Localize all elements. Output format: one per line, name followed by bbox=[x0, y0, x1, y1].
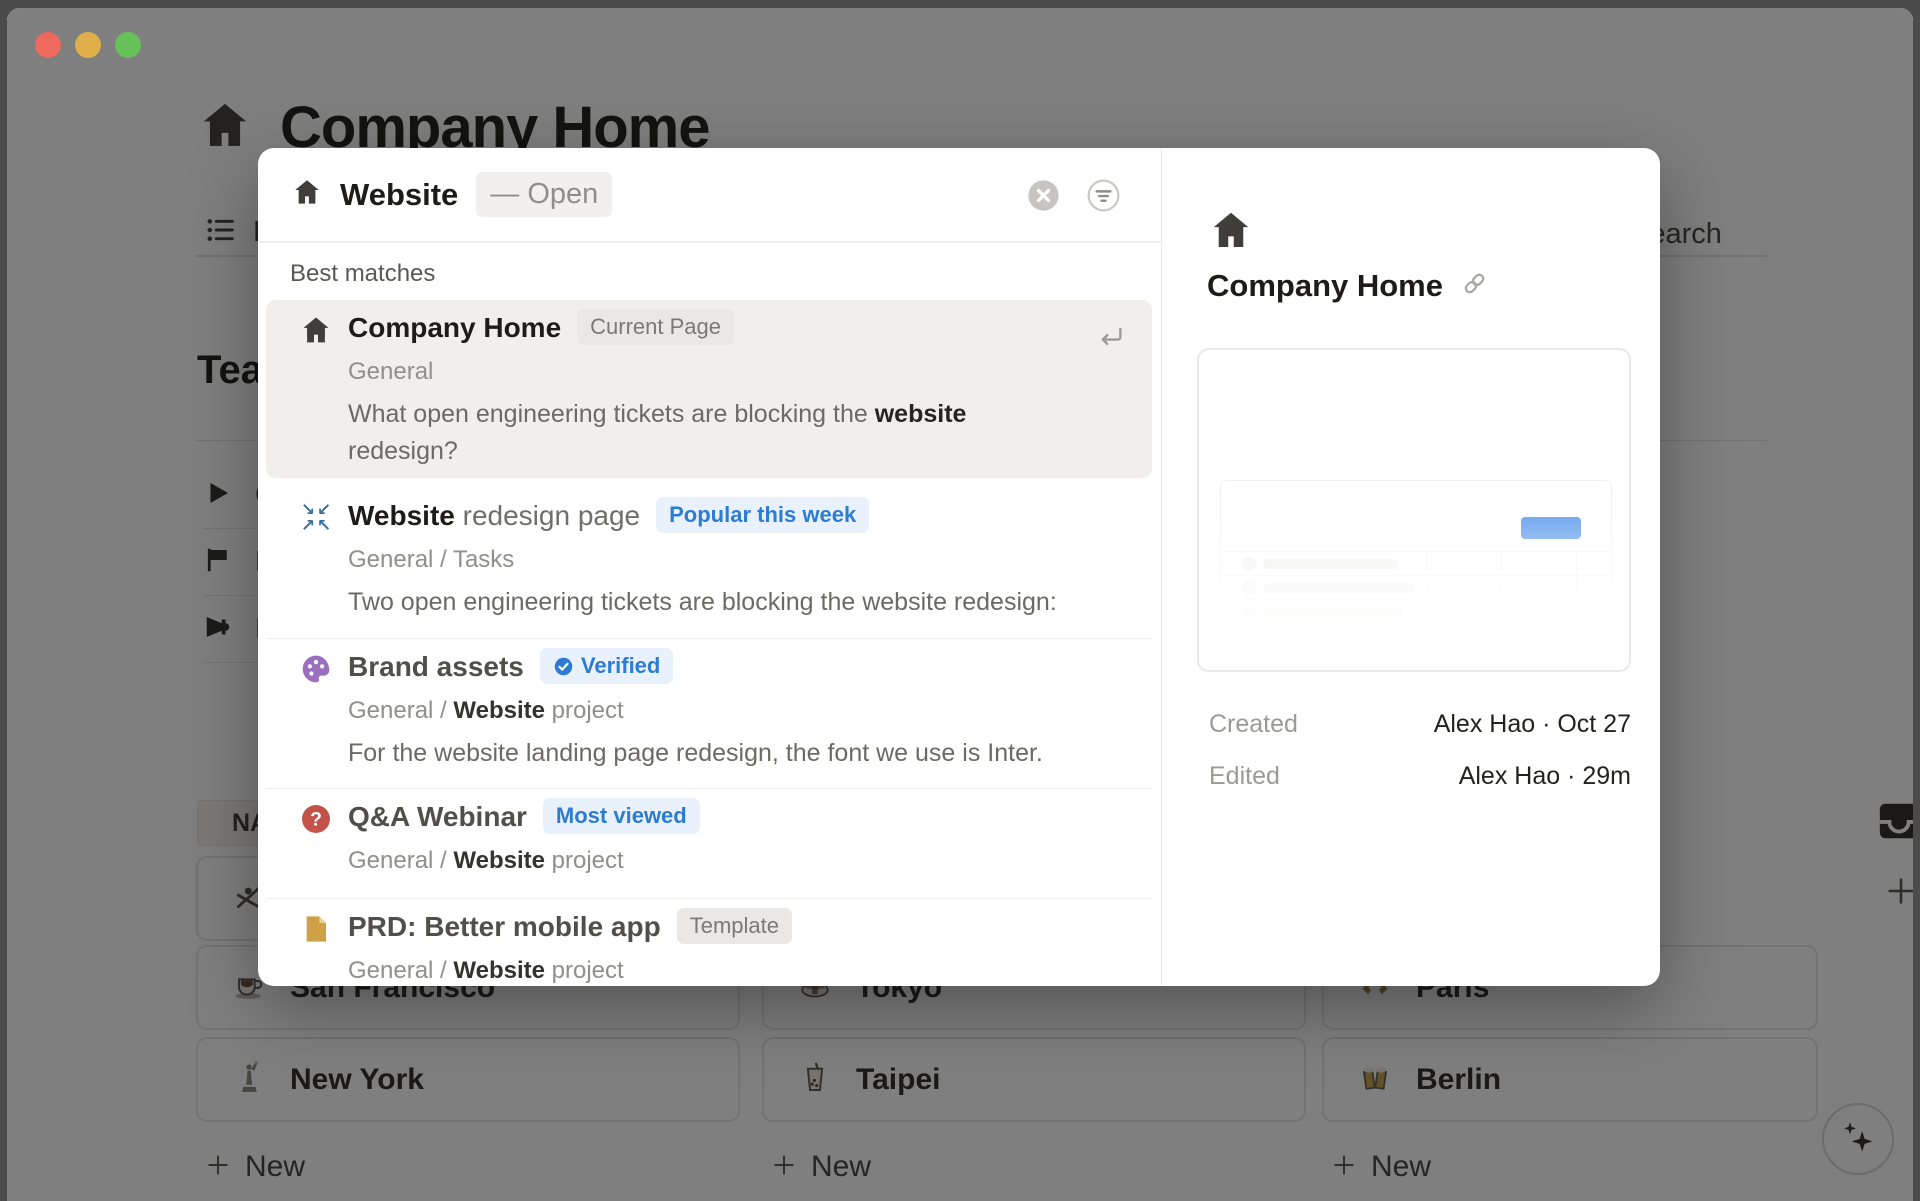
preview-mock-panel bbox=[1220, 480, 1613, 670]
page-preview-thumbnail bbox=[1197, 348, 1631, 672]
text-segment: project bbox=[544, 847, 624, 874]
text-segment: project bbox=[544, 957, 624, 984]
result-badge: Template bbox=[676, 908, 792, 944]
search-bar[interactable]: Website — Open bbox=[258, 148, 1161, 243]
search-result-row[interactable]: ? Q&A Webinar Most viewed General / Website… bbox=[266, 788, 1152, 898]
text-segment: redesign page bbox=[454, 500, 641, 531]
verified-icon bbox=[553, 656, 574, 677]
app-window: Company Home Home Search Teamspaces CMP … bbox=[7, 8, 1913, 1201]
question-circle-icon: ? bbox=[300, 803, 332, 840]
text-segment: redesign? bbox=[348, 437, 458, 465]
result-title: Company Home Current Page bbox=[348, 309, 735, 346]
result-badge-label: Template bbox=[689, 913, 779, 938]
traffic-lights bbox=[35, 32, 141, 58]
palette-icon bbox=[300, 653, 332, 690]
result-snippet: What open engineering tickets are blocki… bbox=[348, 396, 1048, 470]
text-segment: Q&A Webinar bbox=[348, 801, 527, 832]
result-badge: Popular this week bbox=[656, 497, 870, 533]
meta-row: Created Alex Hao · Oct 27 bbox=[1209, 710, 1631, 739]
result-badge-label: Popular this week bbox=[669, 502, 857, 527]
preview-pane: Company Home Created Alex Hao · Oct 27 Edi… bbox=[1161, 148, 1660, 986]
minimize-window-button[interactable] bbox=[75, 32, 101, 58]
text-segment: website bbox=[874, 400, 967, 428]
meta-label: Edited bbox=[1209, 762, 1280, 790]
text-segment: General / Tasks bbox=[348, 546, 515, 573]
text-segment: PRD: Better mobile app bbox=[348, 911, 661, 942]
meta-row: Edited Alex Hao · 29m bbox=[1209, 762, 1631, 791]
result-badge-label: Current Page bbox=[590, 314, 722, 339]
text-segment: Company Home bbox=[348, 312, 562, 343]
text-segment: What open engineering tickets are blocki… bbox=[348, 400, 875, 428]
text-segment: General / bbox=[348, 957, 454, 984]
search-result-row[interactable]: Company Home Current Page General What open… bbox=[266, 300, 1152, 478]
text-segment: Brand assets bbox=[348, 651, 524, 682]
result-badge: Verified bbox=[539, 648, 674, 684]
document-icon bbox=[300, 913, 332, 950]
link-icon[interactable] bbox=[1461, 270, 1488, 302]
text-segment: project bbox=[544, 697, 624, 724]
preview-title: Company Home bbox=[1207, 268, 1443, 303]
search-result-row[interactable]: Brand assets Verified General / Website pr… bbox=[266, 638, 1152, 788]
text-segment: Website bbox=[453, 957, 545, 984]
meta-value: Alex Hao · Oct 27 bbox=[1433, 710, 1631, 738]
return-icon bbox=[1096, 322, 1126, 357]
meta-label: Created bbox=[1209, 710, 1298, 738]
search-hint-pill: — Open bbox=[476, 172, 613, 217]
search-modal: Website — Open Best matches Company Home… bbox=[258, 148, 1660, 986]
house-icon bbox=[300, 314, 332, 351]
text-segment: General / bbox=[348, 847, 454, 874]
house-icon bbox=[1209, 208, 1253, 257]
result-badge-label: Verified bbox=[580, 653, 661, 678]
section-label: Best matches bbox=[290, 260, 436, 287]
clear-search-button[interactable] bbox=[1027, 179, 1060, 212]
result-title: Website redesign page Popular this week bbox=[348, 497, 870, 534]
close-window-button[interactable] bbox=[35, 32, 61, 58]
search-input[interactable]: Website bbox=[340, 177, 458, 213]
text-segment: General / bbox=[348, 697, 454, 724]
search-result-row[interactable]: PRD: Better mobile app Template General / … bbox=[266, 898, 1152, 986]
collapse-arrows-icon: ↘ ↙ ↗ ↖ bbox=[300, 500, 332, 535]
text-segment: Website bbox=[453, 847, 545, 874]
result-breadcrumb: General / Tasks bbox=[348, 546, 514, 574]
svg-text:?: ? bbox=[310, 810, 322, 831]
text-segment: Two open engineering tickets are blockin… bbox=[348, 588, 1057, 616]
preview-mock-button bbox=[1521, 517, 1581, 539]
result-breadcrumb: General / Website project bbox=[348, 847, 624, 875]
zoom-window-button[interactable] bbox=[115, 32, 141, 58]
result-breadcrumb: General / Website project bbox=[348, 697, 624, 725]
result-title: Q&A Webinar Most viewed bbox=[348, 798, 700, 835]
result-title: Brand assets Verified bbox=[348, 648, 674, 685]
result-breadcrumb: General / Website project bbox=[348, 957, 624, 985]
result-breadcrumb: General bbox=[348, 358, 433, 386]
search-results-pane: Website — Open Best matches Company Home… bbox=[258, 148, 1161, 986]
house-icon bbox=[292, 177, 322, 212]
result-title: PRD: Better mobile app Template bbox=[348, 908, 792, 945]
result-snippet: For the website landing page redesign, t… bbox=[348, 735, 1043, 772]
search-result-row[interactable]: ↘ ↙ ↗ ↖ Website redesign page Popular this we… bbox=[266, 488, 1152, 638]
text-segment: Website bbox=[348, 500, 455, 531]
filter-button[interactable] bbox=[1087, 179, 1120, 212]
meta-value: Alex Hao · 29m bbox=[1458, 762, 1631, 790]
text-segment: For the website landing page redesign, t… bbox=[348, 739, 1043, 767]
result-snippet: Two open engineering tickets are blockin… bbox=[348, 584, 1057, 621]
result-badge: Most viewed bbox=[542, 798, 700, 834]
text-segment: Website bbox=[453, 697, 545, 724]
text-segment: General bbox=[348, 358, 434, 385]
result-badge-label: Most viewed bbox=[555, 803, 687, 828]
result-badge: Current Page bbox=[577, 309, 735, 345]
